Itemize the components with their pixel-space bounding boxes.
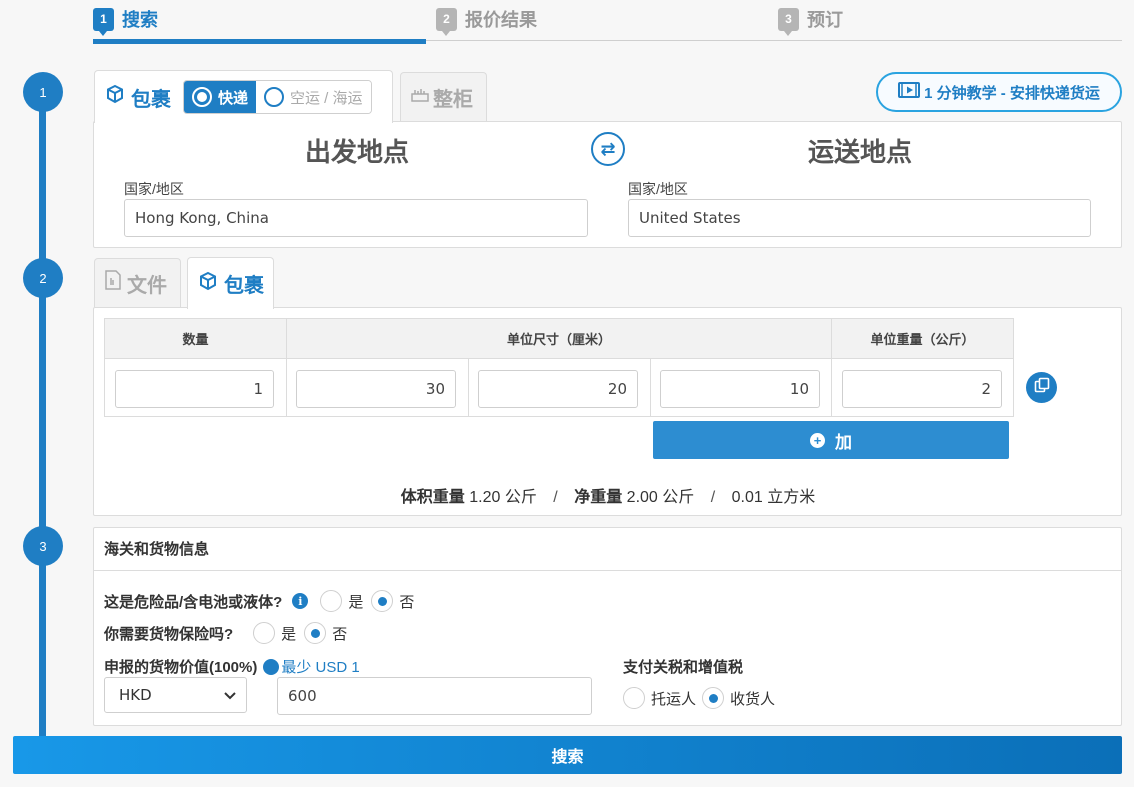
currency-select[interactable]: HKD [104,677,247,713]
swap-route-button[interactable]: ⇄ [591,132,625,166]
destination-country-label: 国家/地区 [628,181,688,197]
tab-parcel[interactable]: 包裹 [187,257,274,309]
receiver-label: 收货人 [730,690,776,708]
radio-selected-icon [192,87,212,107]
declared-value-input[interactable]: 600 [277,677,592,715]
info-icon[interactable]: i [292,593,309,609]
weight-input[interactable]: 2 [842,370,1002,408]
volumetric-weight-label: 体积重量 [400,489,465,506]
dangerous-yes-radio[interactable] [320,590,343,612]
duty-payer-options: 托运人 收货人 [623,687,775,709]
width-input[interactable]: 20 [478,370,638,408]
volume-value: 0.01 立方米 [731,489,816,506]
net-weight-label: 净重量 [574,489,623,506]
tutorial-label: 1 分钟教学 - 安排快递货运 [924,84,1100,102]
container-icon [411,86,429,109]
duty-payer-label: 支付关税和增值税 [623,659,744,676]
step-label: 预订 [807,10,843,30]
header-quantity: 数量 [104,318,287,359]
duty-receiver-radio[interactable] [702,687,725,709]
length-input[interactable]: 30 [296,370,456,408]
weight-summary: 体积重量 1.20 公斤 / 净重量 2.00 公斤 / 0.01 立方米 [94,483,1122,507]
header-weight: 单位重量（公斤） [831,318,1014,359]
destination-title: 运送地点 [808,137,913,167]
separator: / [710,489,716,506]
step-quote-results: 2 报价结果 [436,6,537,36]
yes-label: 是 [348,593,364,611]
tab-container-shipment[interactable]: 整柜 [400,72,487,121]
destination-country-input[interactable]: United States [628,199,1091,237]
origin-title: 出发地点 [305,137,410,167]
plus-icon: + [810,432,825,448]
step-number: 3 [778,7,799,36]
shipper-label: 托运人 [651,690,697,708]
timeline-step-1: 1 [23,72,63,112]
step-number: 2 [436,7,457,36]
add-label: 加 [835,432,852,452]
step-number: 1 [93,7,114,36]
mode-label: 快递 [218,89,249,107]
header-dimensions: 单位尺寸（厘米） [286,318,832,359]
quantity-input[interactable]: 1 [115,370,274,408]
step-label: 搜索 [122,10,158,30]
duty-payer-label-row: 支付关税和增值税 [623,656,743,677]
dangerous-no-radio[interactable] [371,590,394,612]
step-booking: 3 预订 [778,6,843,36]
origin-country-label: 国家/地区 [124,181,184,197]
step-label: 报价结果 [465,10,537,30]
no-label: 否 [332,625,348,643]
declared-value-label-row: 申报的货物价值(100%) 最少 USD 1 [104,656,360,677]
dangerous-goods-question: 这是危险品/含电池或液体? i 是 否 [104,590,414,612]
timeline-step-3: 3 [23,526,63,566]
mode-express-option[interactable]: 快递 [184,81,257,113]
timeline-line [39,92,46,752]
video-icon [898,82,921,102]
insurance-yes-radio[interactable] [253,622,276,644]
question-label: 这是危险品/含电池或液体? [104,593,283,611]
net-weight-value: 2.00 公斤 [626,489,695,506]
tab-label: 包裹 [131,88,171,111]
tutorial-link[interactable]: 1 分钟教学 - 安排快递货运 [876,72,1122,112]
search-button[interactable]: 搜索 [13,736,1122,774]
tab-label: 整柜 [433,88,473,111]
radio-empty-icon [264,87,285,107]
height-input[interactable]: 10 [660,370,820,408]
box-icon [198,271,218,297]
info-icon[interactable] [263,658,280,675]
customs-section-title: 海关和货物信息 [94,527,1122,571]
tab-label: 包裹 [224,275,264,297]
declared-value-label: 申报的货物价值(100%) [104,659,258,676]
no-label: 否 [399,593,415,611]
document-icon [105,270,121,296]
minimum-value-note: 最少 USD 1 [281,659,360,676]
duplicate-row-button[interactable] [1026,372,1057,403]
progress-fill [93,39,426,44]
shipping-mode-toggle: 快递 空运 / 海运 [183,80,372,114]
currency-value: HKD [119,686,152,704]
separator: / [553,489,558,506]
tab-label: 文件 [127,274,167,297]
volumetric-weight-value: 1.20 公斤 [469,489,537,506]
yes-label: 是 [281,625,297,643]
insurance-question: 你需要货物保险吗? 是 否 [104,622,347,644]
tab-document[interactable]: 文件 [94,258,181,307]
question-label: 你需要货物保险吗? [104,625,234,643]
origin-country-input[interactable]: Hong Kong, China [124,199,588,237]
timeline-step-2: 2 [23,258,63,298]
add-package-button[interactable]: + 加 [653,421,1009,459]
chevron-down-icon [224,686,236,704]
box-icon [105,84,125,110]
mode-air-sea-option[interactable]: 空运 / 海运 [256,81,371,113]
mode-label: 空运 / 海运 [290,89,363,107]
duty-shipper-radio[interactable] [623,687,645,709]
copy-icon [1034,377,1050,398]
insurance-no-radio[interactable] [304,622,327,644]
step-search: 1 搜索 [93,6,158,36]
